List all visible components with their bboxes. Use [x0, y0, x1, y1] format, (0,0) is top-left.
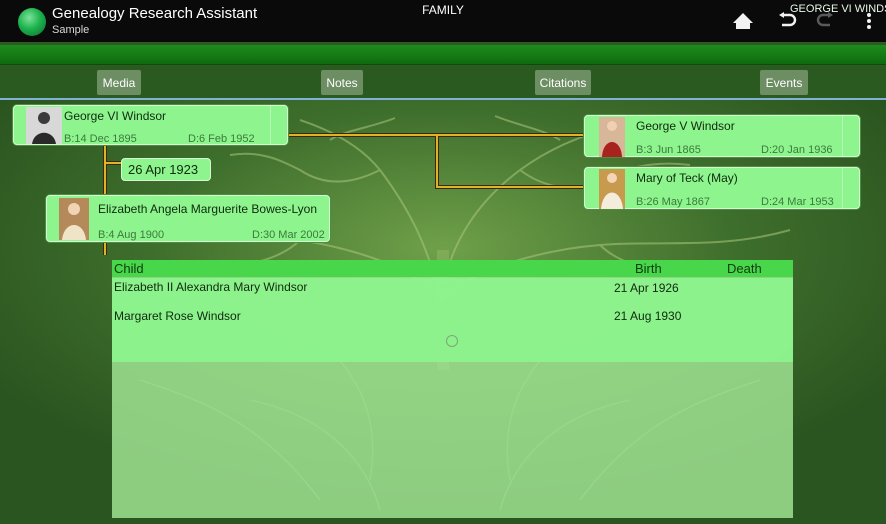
father-death: D:6 Feb 1952 — [188, 133, 255, 145]
father-name: George VI Windsor — [64, 109, 167, 123]
child-row-2[interactable]: Margaret Rose Windsor 21 Aug 1930 — [112, 306, 793, 334]
header-death[interactable]: Death — [727, 261, 762, 276]
app-subtitle: Sample — [52, 24, 90, 36]
header-birth[interactable]: Birth — [635, 261, 662, 276]
grandmother-name: Mary of Teck (May) — [636, 171, 738, 185]
mother-photo — [59, 198, 89, 240]
grandmother-death: D:24 Mar 1953 — [761, 196, 834, 208]
paternal-grandfather-card[interactable]: George V Windsor B:3 Jun 1865 D:20 Jan 1… — [584, 115, 860, 157]
scroll-indicator-icon[interactable] — [446, 335, 458, 347]
child-birth: 21 Aug 1930 — [614, 309, 682, 323]
father-card-divider — [270, 106, 287, 144]
events-button[interactable]: Events — [760, 70, 808, 95]
grandfather-death: D:20 Jan 1936 — [761, 144, 833, 156]
mother-birth: B:4 Aug 1900 — [98, 229, 165, 241]
citations-button[interactable]: Citations — [535, 70, 591, 95]
context-title: FAMILY — [422, 3, 464, 17]
context-bar — [0, 45, 886, 65]
context-person: GEORGE VI WINDSOR — [790, 3, 886, 15]
grandmother-card-divider — [842, 168, 859, 208]
mother-name: Elizabeth Angela Marguerite Bowes-Lyon — [98, 202, 318, 216]
grandfather-name: George V Windsor — [636, 119, 735, 133]
header-child[interactable]: Child — [114, 261, 144, 276]
media-button[interactable]: Media — [97, 70, 141, 95]
child-name: Elizabeth II Alexandra Mary Windsor — [114, 280, 308, 294]
father-photo — [26, 107, 62, 144]
mother-death: D:30 Mar 2002 — [252, 229, 325, 241]
father-card[interactable]: George VI Windsor B:14 Dec 1895 D:6 Feb … — [13, 105, 288, 145]
paternal-grandmother-card[interactable]: Mary of Teck (May) B:26 May 1867 D:24 Ma… — [584, 167, 860, 209]
child-birth: 21 Apr 1926 — [614, 281, 679, 295]
grandfather-birth: B:3 Jun 1865 — [636, 144, 701, 156]
child-row-1[interactable]: Elizabeth II Alexandra Mary Windsor 21 A… — [112, 278, 793, 306]
notes-button[interactable]: Notes — [321, 70, 363, 95]
father-birth: B:14 Dec 1895 — [64, 133, 137, 145]
grandfather-photo — [599, 117, 625, 157]
children-table-header — [112, 260, 793, 277]
grandmother-photo — [599, 169, 625, 209]
grandmother-birth: B:26 May 1867 — [636, 196, 710, 208]
marriage-date[interactable]: 26 Apr 1923 — [121, 158, 211, 181]
grandfather-card-divider — [842, 116, 859, 156]
mother-card[interactable]: Elizabeth Angela Marguerite Bowes-Lyon B… — [46, 195, 330, 242]
child-name: Margaret Rose Windsor — [114, 309, 241, 323]
